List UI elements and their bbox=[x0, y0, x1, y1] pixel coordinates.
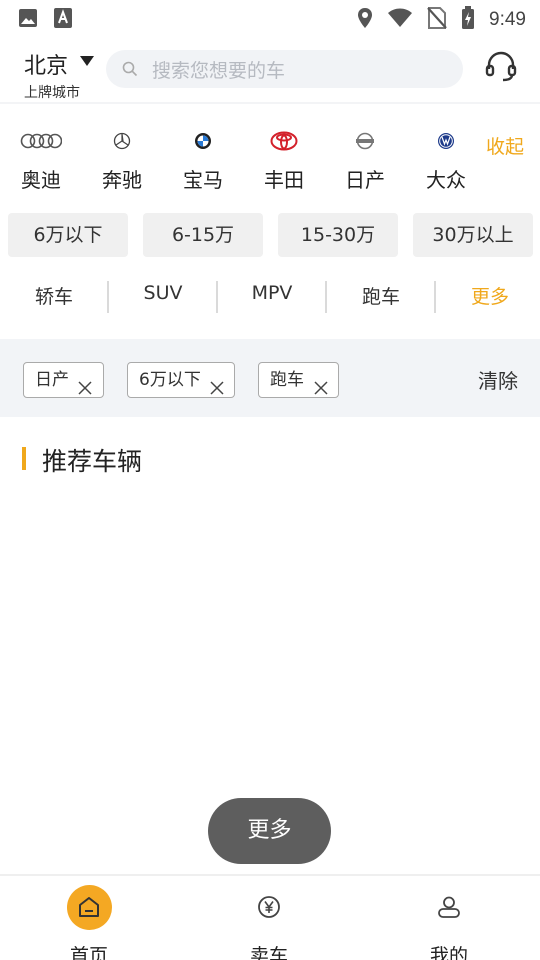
profile-icon bbox=[389, 882, 509, 932]
headset-icon[interactable] bbox=[484, 50, 518, 88]
nav-item-profile[interactable]: 我的 bbox=[389, 882, 509, 960]
type-filter-sedan[interactable]: 轿车 bbox=[0, 282, 108, 309]
price-filter-under-6w[interactable]: 6万以下 bbox=[8, 213, 128, 257]
clear-filters-button[interactable]: 清除 bbox=[478, 365, 518, 394]
city-sub-label: 上牌城市 bbox=[24, 85, 80, 101]
selected-tag-price[interactable]: 6万以下 bbox=[127, 362, 235, 398]
close-icon[interactable] bbox=[78, 373, 92, 407]
brand-mercedes[interactable]: 奔驰 bbox=[82, 128, 162, 193]
toyota-logo-icon bbox=[244, 128, 324, 154]
selected-tag-nissan[interactable]: 日产 bbox=[23, 362, 104, 398]
font-icon bbox=[54, 8, 72, 32]
accent-bar bbox=[22, 447, 26, 470]
volkswagen-logo-icon bbox=[406, 128, 486, 154]
brand-volkswagen[interactable]: 大众 bbox=[406, 128, 486, 193]
type-filter-more[interactable]: 更多 bbox=[436, 282, 540, 309]
brand-label: 日产 bbox=[345, 168, 385, 192]
selected-tag-sports[interactable]: 跑车 bbox=[258, 362, 339, 398]
price-filter-6-15w[interactable]: 6-15万 bbox=[143, 213, 263, 257]
price-filter-row: 6万以下 6-15万 15-30万 30万以上 bbox=[8, 213, 533, 257]
brand-bmw[interactable]: 宝马 bbox=[163, 128, 243, 193]
recommend-section-header: 推荐车辆 bbox=[0, 440, 540, 480]
bmw-logo-icon bbox=[163, 128, 243, 154]
nav-label: 我的 bbox=[429, 945, 468, 960]
more-button[interactable]: 更多 bbox=[208, 798, 331, 864]
type-filter-row: 轿车 SUV MPV 跑车 更多 bbox=[0, 276, 540, 316]
mercedes-logo-icon bbox=[82, 128, 162, 154]
brand-label: 大众 bbox=[426, 168, 466, 192]
collapse-button[interactable]: 收起 bbox=[486, 132, 524, 159]
nav-item-home[interactable]: 首页 bbox=[29, 882, 149, 960]
close-icon[interactable] bbox=[210, 373, 224, 407]
nissan-logo-icon bbox=[325, 128, 405, 154]
audi-logo-icon bbox=[1, 128, 81, 154]
battery-charging-icon bbox=[461, 6, 475, 34]
header: 北京 上牌城市 搜索您想要的车 bbox=[0, 40, 540, 102]
brand-nissan[interactable]: 日产 bbox=[325, 128, 405, 193]
search-icon bbox=[122, 61, 138, 81]
search-placeholder: 搜索您想要的车 bbox=[152, 60, 286, 82]
nav-label: 首页 bbox=[69, 945, 108, 960]
type-filter-sports[interactable]: 跑车 bbox=[327, 282, 435, 309]
close-icon[interactable] bbox=[314, 373, 328, 407]
selected-filters-bar: 日产 6万以下 跑车 清除 bbox=[0, 339, 540, 417]
yen-icon bbox=[209, 882, 329, 932]
search-input[interactable]: 搜索您想要的车 bbox=[106, 50, 463, 88]
wifi-icon bbox=[387, 8, 413, 32]
type-filter-suv[interactable]: SUV bbox=[109, 282, 217, 304]
header-divider bbox=[0, 102, 540, 104]
nav-label: 卖车 bbox=[249, 945, 288, 960]
brand-filter-row: 奥迪 奔驰 宝马 丰田 日产 大众 收起 bbox=[0, 118, 540, 198]
no-sim-icon bbox=[427, 7, 447, 33]
price-filter-15-30w[interactable]: 15-30万 bbox=[278, 213, 398, 257]
clock-time: 9:49 bbox=[489, 9, 526, 30]
caret-down-icon[interactable] bbox=[80, 56, 94, 66]
nav-item-sell[interactable]: 卖车 bbox=[209, 882, 329, 960]
bottom-nav: 首页 卖车 我的 bbox=[0, 874, 540, 960]
section-title: 推荐车辆 bbox=[42, 447, 143, 476]
city-selector[interactable]: 北京 bbox=[24, 48, 68, 80]
brand-label: 奥迪 bbox=[21, 168, 61, 192]
tag-label: 跑车 bbox=[270, 370, 304, 390]
brand-audi[interactable]: 奥迪 bbox=[1, 128, 81, 193]
price-filter-over-30w[interactable]: 30万以上 bbox=[413, 213, 533, 257]
status-bar: 9:49 bbox=[0, 0, 540, 36]
tag-label: 日产 bbox=[35, 370, 69, 390]
type-filter-mpv[interactable]: MPV bbox=[218, 282, 326, 304]
brand-label: 宝马 bbox=[183, 168, 223, 192]
image-icon bbox=[18, 8, 38, 32]
brand-label: 奔驰 bbox=[102, 168, 142, 192]
location-icon bbox=[357, 7, 373, 33]
tag-label: 6万以下 bbox=[139, 370, 201, 390]
brand-label: 丰田 bbox=[264, 168, 304, 192]
home-icon bbox=[66, 884, 112, 930]
brand-toyota[interactable]: 丰田 bbox=[244, 128, 324, 193]
